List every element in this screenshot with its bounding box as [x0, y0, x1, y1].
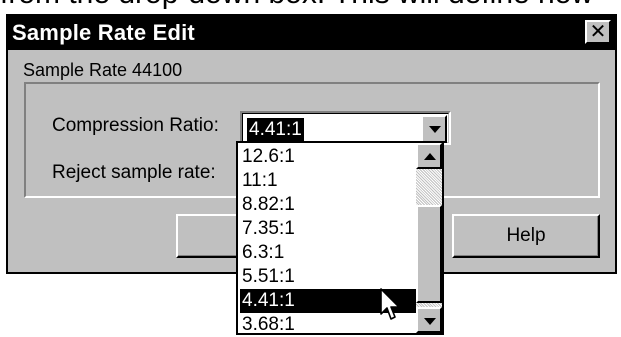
close-icon: ✕ — [589, 21, 607, 43]
list-item[interactable]: 3.68:1 — [240, 313, 297, 337]
combobox-dropdown-button[interactable] — [421, 115, 447, 143]
scroll-up-icon — [424, 153, 436, 160]
compression-ratio-dropdown-list[interactable]: 12.6:1 11:1 8.82:1 7.35:1 6.3:1 5.51:1 4… — [236, 141, 444, 335]
list-item[interactable]: 12.6:1 — [240, 145, 297, 169]
reject-sample-rate-label: Reject sample rate: — [52, 162, 216, 183]
scrollbar-thumb[interactable] — [416, 205, 442, 303]
combobox-field: 4.41:1 — [242, 113, 449, 143]
help-button[interactable]: Help — [452, 214, 600, 258]
scroll-down-button[interactable] — [416, 307, 442, 333]
groupbox-label: Sample Rate 44100 — [20, 60, 186, 81]
background-document-text: from the drop-down box. This will define… — [0, 0, 621, 11]
dialog-titlebar[interactable]: Sample Rate Edit ✕ — [8, 16, 615, 50]
compression-ratio-combobox[interactable]: 4.41:1 — [240, 111, 451, 145]
help-button-label: Help — [506, 225, 546, 246]
scroll-up-button[interactable] — [416, 143, 442, 169]
combobox-selected-value: 4.41:1 — [247, 118, 304, 142]
scroll-down-icon — [424, 318, 436, 325]
compression-ratio-label: Compression Ratio: — [52, 115, 219, 136]
chevron-down-icon — [429, 126, 441, 133]
mouse-pointer-icon — [380, 288, 400, 320]
dropdown-scrollbar[interactable] — [416, 143, 442, 333]
list-item[interactable]: 11:1 — [240, 169, 280, 193]
list-item[interactable]: 5.51:1 — [240, 265, 297, 289]
dialog-title: Sample Rate Edit — [12, 20, 195, 45]
list-item[interactable]: 8.82:1 — [240, 193, 297, 217]
list-item[interactable]: 6.3:1 — [240, 241, 286, 265]
close-button[interactable]: ✕ — [585, 20, 611, 44]
list-item[interactable]: 7.35:1 — [240, 217, 297, 241]
